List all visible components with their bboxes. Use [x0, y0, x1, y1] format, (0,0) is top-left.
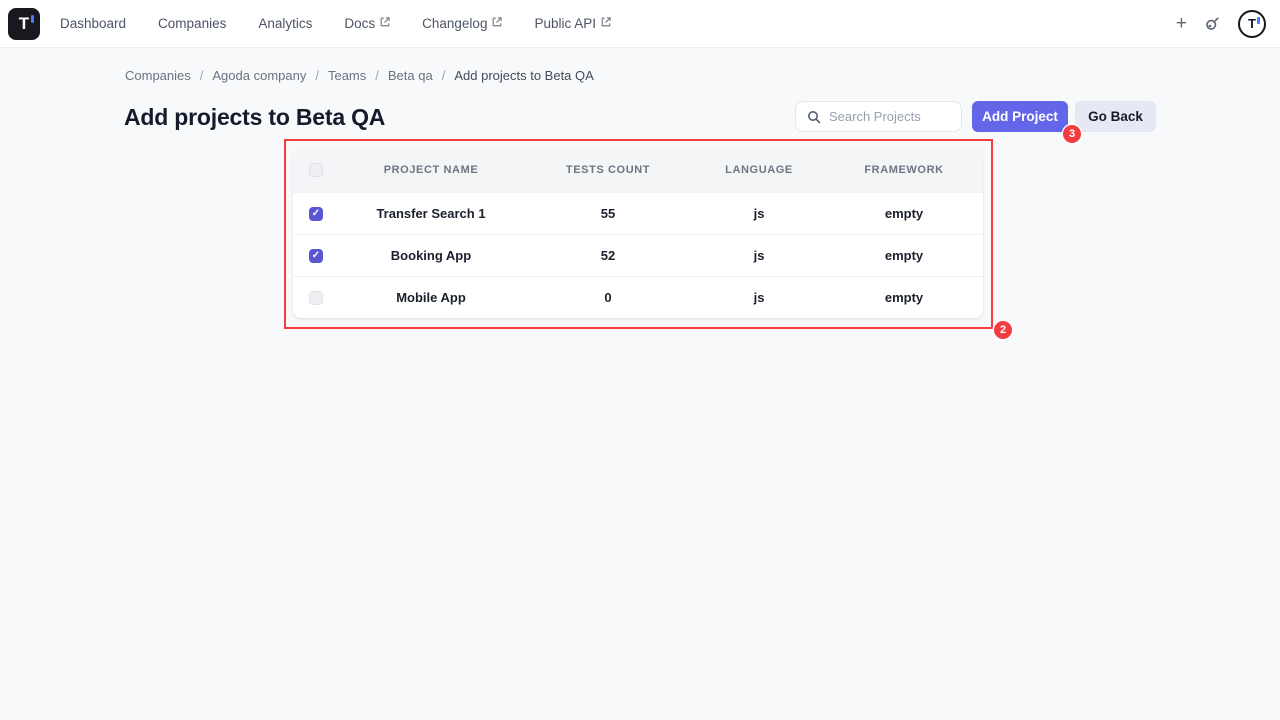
annotation-badge-2: 2 — [994, 321, 1012, 339]
search-projects-box[interactable] — [795, 101, 962, 132]
cell-framework: empty — [825, 206, 983, 221]
external-link-icon — [380, 17, 390, 27]
row-checkbox-cell — [293, 249, 339, 263]
column-header-language: LANGUAGE — [693, 164, 825, 176]
nav-item-label: Analytics — [258, 16, 312, 31]
cell-tests-count: 52 — [523, 248, 693, 263]
breadcrumb-item-companies[interactable]: Companies — [125, 68, 191, 83]
user-avatar[interactable]: T — [1238, 10, 1266, 38]
avatar-letter: T — [1248, 17, 1256, 30]
row-checkbox[interactable] — [309, 291, 323, 305]
main-nav: Dashboard Companies Analytics Docs Chang… — [60, 16, 611, 31]
nav-item-label: Dashboard — [60, 16, 126, 31]
quick-search-icon[interactable] — [1204, 15, 1221, 32]
nav-item-public-api[interactable]: Public API — [534, 16, 611, 31]
breadcrumb-separator: / — [315, 68, 319, 83]
breadcrumb-separator: / — [442, 68, 446, 83]
table-row[interactable]: Transfer Search 1 55 js empty — [293, 192, 983, 234]
row-checkbox[interactable] — [309, 249, 323, 263]
column-header-tests-count: TESTS COUNT — [523, 164, 693, 176]
nav-item-label: Docs — [344, 16, 375, 31]
row-checkbox-cell — [293, 291, 339, 305]
search-icon — [807, 110, 821, 124]
nav-item-docs[interactable]: Docs — [344, 16, 390, 31]
nav-item-label: Companies — [158, 16, 226, 31]
cell-project-name: Transfer Search 1 — [339, 206, 523, 221]
breadcrumb-item-teams[interactable]: Teams — [328, 68, 366, 83]
search-projects-input[interactable] — [829, 109, 949, 124]
projects-table: PROJECT NAME TESTS COUNT LANGUAGE FRAMEW… — [293, 148, 983, 318]
table-header-row: PROJECT NAME TESTS COUNT LANGUAGE FRAMEW… — [293, 148, 983, 192]
nav-item-companies[interactable]: Companies — [158, 16, 226, 31]
cell-project-name: Mobile App — [339, 290, 523, 305]
app-window: T Dashboard Companies Analytics Docs Cha… — [0, 0, 1280, 720]
nav-item-label: Changelog — [422, 16, 487, 31]
breadcrumb-separator: / — [375, 68, 379, 83]
row-checkbox[interactable] — [309, 207, 323, 221]
header-checkbox-cell — [293, 163, 339, 177]
brand-logo[interactable]: T — [8, 8, 40, 40]
table-row[interactable]: Booking App 52 js empty — [293, 234, 983, 276]
brand-logo-letter: T — [19, 15, 29, 32]
column-header-framework: FRAMEWORK — [825, 164, 983, 176]
topbar-right-actions: + T — [1176, 10, 1280, 38]
external-link-icon — [601, 17, 611, 27]
external-link-icon — [492, 17, 502, 27]
add-project-button[interactable]: Add Project — [972, 101, 1068, 132]
breadcrumb: Companies / Agoda company / Teams / Beta… — [125, 68, 594, 83]
go-back-button[interactable]: Go Back — [1075, 101, 1156, 132]
cell-framework: empty — [825, 290, 983, 305]
breadcrumb-item-agoda-company[interactable]: Agoda company — [212, 68, 306, 83]
column-header-project-name: PROJECT NAME — [339, 164, 523, 176]
page-title: Add projects to Beta QA — [124, 102, 385, 132]
breadcrumb-item-beta-qa[interactable]: Beta qa — [388, 68, 433, 83]
cell-framework: empty — [825, 248, 983, 263]
select-all-checkbox[interactable] — [309, 163, 323, 177]
cell-tests-count: 0 — [523, 290, 693, 305]
nav-item-dashboard[interactable]: Dashboard — [60, 16, 126, 31]
cell-language: js — [693, 290, 825, 305]
cell-tests-count: 55 — [523, 206, 693, 221]
nav-item-analytics[interactable]: Analytics — [258, 16, 312, 31]
breadcrumb-separator: / — [200, 68, 204, 83]
row-checkbox-cell — [293, 207, 339, 221]
cell-language: js — [693, 248, 825, 263]
nav-item-changelog[interactable]: Changelog — [422, 16, 502, 31]
nav-item-label: Public API — [534, 16, 596, 31]
table-row[interactable]: Mobile App 0 js empty — [293, 276, 983, 318]
breadcrumb-item-current: Add projects to Beta QA — [454, 68, 593, 83]
top-navigation-bar: T Dashboard Companies Analytics Docs Cha… — [0, 0, 1280, 48]
add-new-button[interactable]: + — [1176, 14, 1187, 33]
cell-project-name: Booking App — [339, 248, 523, 263]
cell-language: js — [693, 206, 825, 221]
